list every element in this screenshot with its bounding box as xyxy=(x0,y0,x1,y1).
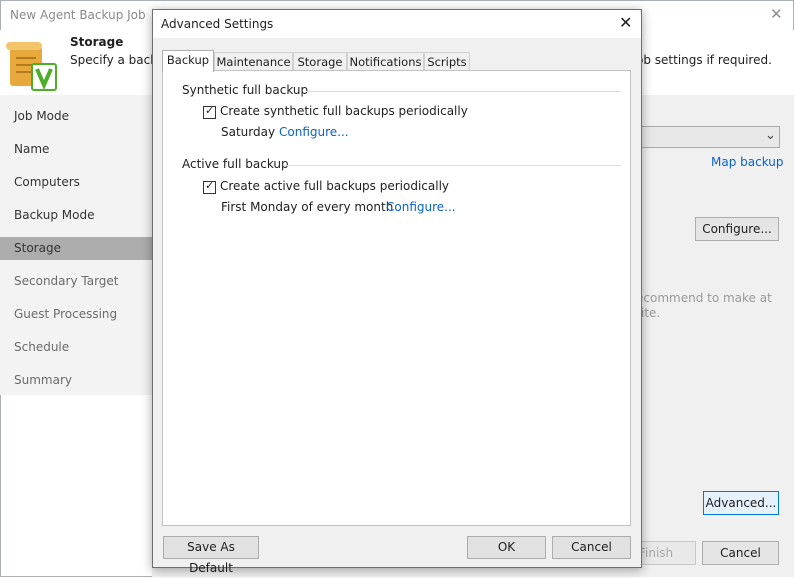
save-as-default-button[interactable]: Save As Default xyxy=(163,536,259,575)
configure-button[interactable]: Configure... xyxy=(695,217,779,241)
wizard-title: New Agent Backup Job xyxy=(10,8,146,22)
step-summary[interactable]: Summary xyxy=(14,373,72,387)
step-secondary-target[interactable]: Secondary Target xyxy=(14,274,119,288)
active-full-schedule: First Monday of every month xyxy=(221,200,394,214)
synthetic-configure-link[interactable]: Configure... xyxy=(279,125,349,139)
step-guest-processing[interactable]: Guest Processing xyxy=(14,307,117,321)
dialog-title: Advanced Settings xyxy=(161,17,274,31)
close-icon[interactable]: ✕ xyxy=(619,13,632,32)
tab-notifications[interactable]: Notifications xyxy=(347,52,424,70)
tab-storage[interactable]: Storage xyxy=(293,52,347,70)
step-job-mode[interactable]: Job Mode xyxy=(14,109,69,123)
wizard-header-description: Specify a backu xyxy=(70,53,165,67)
repository-select[interactable] xyxy=(640,126,780,148)
step-backup-mode[interactable]: Backup Mode xyxy=(14,208,95,222)
advanced-button[interactable]: Advanced... xyxy=(703,491,779,515)
synthetic-schedule: Saturday xyxy=(221,125,276,139)
active-full-group-title: Active full backup xyxy=(182,157,289,171)
hint-text: ecommend to make at xyxy=(636,291,772,305)
synthetic-checkbox[interactable]: ✓ xyxy=(203,104,216,119)
chevron-down-icon: ⌄ xyxy=(765,128,776,143)
group-divider xyxy=(283,165,621,166)
wizard-header-title: Storage xyxy=(70,35,124,49)
step-name[interactable]: Name xyxy=(14,142,49,156)
checkmark-icon: ✓ xyxy=(205,179,215,192)
ok-button[interactable]: OK xyxy=(467,536,546,559)
veeam-scroll-icon xyxy=(6,38,60,94)
backup-tab-panel: Synthetic full backup ✓ Create synthetic… xyxy=(162,70,631,526)
wizard-cancel-button[interactable]: Cancel xyxy=(702,541,779,565)
hint-text-2: ite. xyxy=(641,306,661,320)
step-schedule[interactable]: Schedule xyxy=(14,340,69,354)
step-computers[interactable]: Computers xyxy=(14,175,80,189)
active-full-checkbox-label[interactable]: Create active full backups periodically xyxy=(220,179,449,193)
step-storage[interactable]: Storage xyxy=(14,241,61,255)
tab-backup[interactable]: Backup xyxy=(162,50,214,72)
wizard-close-icon[interactable]: ✕ xyxy=(770,5,783,23)
tab-scripts[interactable]: Scripts xyxy=(424,52,470,70)
dialog-cancel-button[interactable]: Cancel xyxy=(552,536,631,559)
tab-maintenance[interactable]: Maintenance xyxy=(214,52,293,70)
checkmark-icon: ✓ xyxy=(205,104,215,117)
synthetic-group-title: Synthetic full backup xyxy=(182,83,309,97)
map-backup-link[interactable]: Map backup xyxy=(711,155,784,169)
synthetic-checkbox-label[interactable]: Create synthetic full backups periodical… xyxy=(220,104,468,118)
active-full-checkbox[interactable]: ✓ xyxy=(203,179,216,194)
advanced-settings-dialog: Advanced Settings ✕ Backup Maintenance S… xyxy=(152,9,642,575)
active-full-configure-link[interactable]: Configure... xyxy=(386,200,456,214)
group-divider xyxy=(306,91,621,92)
wizard-header-description-tail: ob settings if required. xyxy=(636,53,772,67)
